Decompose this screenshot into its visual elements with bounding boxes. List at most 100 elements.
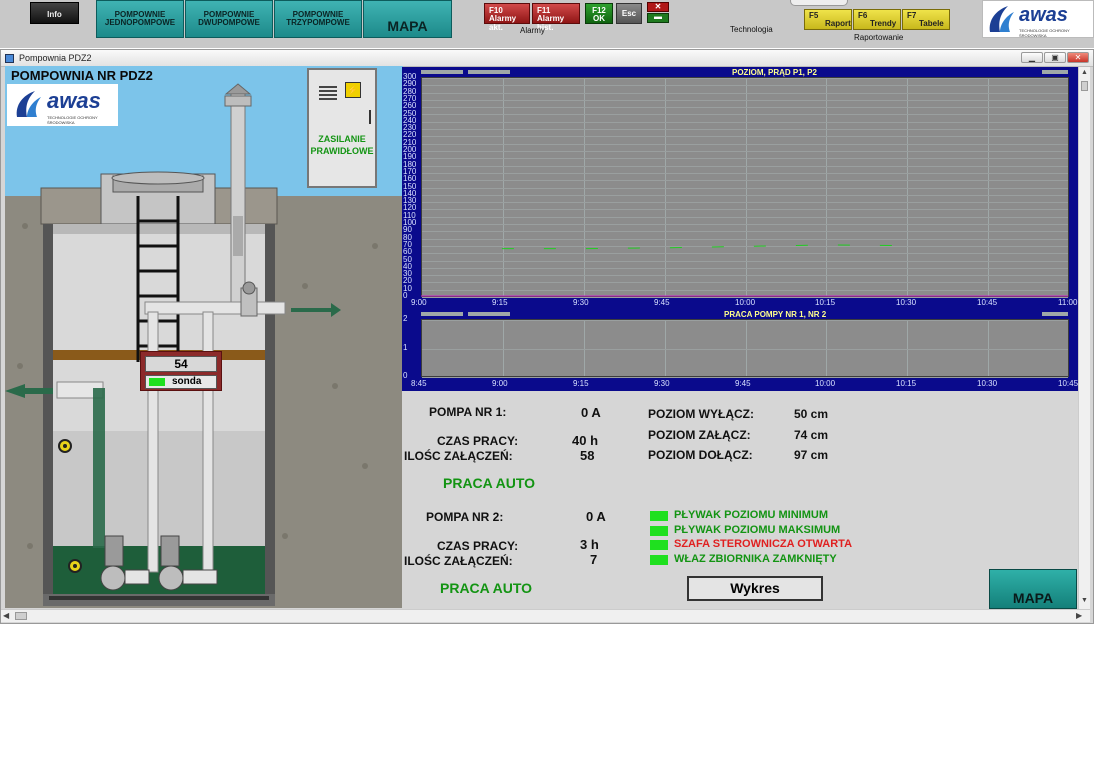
chart2-hgridline xyxy=(422,349,1068,350)
mapa-toolbar-button[interactable]: MAPA xyxy=(363,0,452,38)
horizontal-scrollbar[interactable]: ◀ ▶ xyxy=(1,609,1090,622)
window-app-icon xyxy=(5,54,14,63)
info-button[interactable]: Info xyxy=(30,2,79,24)
pompownie-dwupompowe-button[interactable]: POMPOWNIE DWUPOMPOWE xyxy=(185,0,273,38)
chart2-x-tick-label: 10:15 xyxy=(896,379,917,388)
f5-raport-button[interactable]: F5 Raport xyxy=(804,9,852,30)
sonda-indicator xyxy=(149,378,165,386)
chart2-gridline xyxy=(503,320,504,376)
pompownie-trzypompowe-button[interactable]: POMPOWNIE TRZYPOMPOWE xyxy=(274,0,362,38)
scroll-thumb-h[interactable] xyxy=(15,612,27,620)
sonda-label: sonda xyxy=(172,376,202,387)
chart1-scroll-tab-2[interactable] xyxy=(468,70,510,74)
chart2-scroll-tab-1[interactable] xyxy=(421,312,463,316)
awas-logo-text: awas xyxy=(1019,4,1068,26)
chart2-x-tick-label: 10:30 xyxy=(977,379,998,388)
indicator-wlaz-zamkniety-label: WŁAZ ZBIORNIKA ZAMKNIĘTY xyxy=(674,553,837,565)
chart1-x-tick-label: 9:30 xyxy=(573,298,589,307)
scroll-down-icon[interactable]: ▼ xyxy=(1081,597,1088,604)
czas2-label: CZAS PRACY: xyxy=(437,539,519,553)
chart2-plot-area xyxy=(421,319,1069,378)
pompownia-window: Pompownia PDZ2 ▁ ▣ ✕ POMPOWNIA NR PDZ2 a… xyxy=(0,49,1094,624)
pump-work-chart[interactable]: PRACA POMPY NR 1, NR 2 210 8:45 9:00 9:15 9… xyxy=(402,309,1078,391)
chart1-scroll-tab-3[interactable] xyxy=(1042,70,1068,74)
close-icon: ✕ xyxy=(654,2,662,11)
chart1-series xyxy=(421,244,1068,297)
window-restore-button[interactable]: ▣ xyxy=(1044,52,1066,63)
scroll-up-icon[interactable]: ▲ xyxy=(1081,69,1088,76)
sonda-status-box: sonda xyxy=(145,375,217,389)
chart2-gridline xyxy=(665,320,666,376)
f12-ok-button[interactable]: F12 OK xyxy=(585,3,613,24)
chart2-scroll-tab-3[interactable] xyxy=(1042,312,1068,316)
esc-button[interactable]: Esc xyxy=(616,3,642,24)
ilosc2-value: 7 xyxy=(590,552,598,567)
minimize-icon: ▬ xyxy=(654,12,662,21)
chart2-gridline xyxy=(907,320,908,376)
raportowanie-label: Raportowanie xyxy=(854,33,904,42)
scroll-left-icon[interactable]: ◀ xyxy=(3,611,9,620)
chart2-x-tick-label: 9:00 xyxy=(492,379,508,388)
ilosc1-value: 58 xyxy=(580,448,595,463)
scroll-thumb[interactable] xyxy=(1081,81,1088,91)
poziom-dolacz-label: POZIOM DOŁĄCZ: xyxy=(648,448,753,462)
scene-awas-logo: awas TECHNOLOGIE OCHRONY ŚRODOWISKA xyxy=(7,84,118,126)
scroll-right-icon[interactable]: ▶ xyxy=(1076,611,1082,620)
scene-awas-logo-subtext: TECHNOLOGIE OCHRONY ŚRODOWISKA xyxy=(47,115,98,125)
alarmy-group-label: Alarmy xyxy=(520,26,545,35)
chart1-x-tick-label: 10:45 xyxy=(977,298,998,307)
pompa1-current: 0 A xyxy=(581,405,601,420)
chart2-x-tick-label: 9:45 xyxy=(735,379,751,388)
chart1-x-tick-label: 10:15 xyxy=(815,298,836,307)
mapa-button[interactable]: MAPA xyxy=(989,569,1077,609)
window-minimize-button[interactable]: ▁ xyxy=(1021,52,1043,63)
ilosc2-label: ILOŚC ZAŁĄCZEŃ: xyxy=(404,554,513,568)
wykres-button[interactable]: Wykres xyxy=(687,576,823,601)
indicator-plywak-minimum xyxy=(650,511,668,521)
chart1-x-tick-label: 10:30 xyxy=(896,298,917,307)
level-current-chart[interactable]: POZIOM, PRĄD P1, P2 300 290 280 270 260 250 24… xyxy=(402,67,1078,310)
indicator-wlaz-zamkniety xyxy=(650,555,668,565)
window-titlebar: Pompownia PDZ2 ▁ ▣ ✕ xyxy=(1,50,1093,67)
chart1-x-tick-label: 9:45 xyxy=(654,298,670,307)
poziom-dolacz-value: 97 cm xyxy=(794,448,829,462)
ilosc1-label: ILOŚC ZAŁĄCZEŃ: xyxy=(404,449,513,463)
technologia-label: Technologia xyxy=(730,25,773,34)
window-minimize-icon: ▁ xyxy=(1028,53,1036,62)
scene-awas-logo-icon xyxy=(16,91,41,117)
electrical-cabinet[interactable]: ⚡ ZASILANIE PRAWIDŁOWE xyxy=(307,68,377,188)
chart2-x-tick-label: 10:45 xyxy=(1058,379,1079,388)
chart1-scroll-tab-1[interactable] xyxy=(421,70,463,74)
minimize-button[interactable]: ▬ xyxy=(647,13,669,23)
close-x-button[interactable]: ✕ xyxy=(647,2,669,12)
chart2-x-tick-label: 10:00 xyxy=(815,379,836,388)
pompa2-label: POMPA NR 2: xyxy=(426,510,504,524)
pompa2-mode: PRACA AUTO xyxy=(440,580,533,596)
czas1-value: 40 h xyxy=(572,433,599,448)
pompownie-jednopompowe-button[interactable]: POMPOWNIE JEDNOPOMPOWE xyxy=(96,0,184,38)
poziom-wylacz-value: 50 cm xyxy=(794,407,829,421)
vertical-scrollbar[interactable]: ▲ ▼ xyxy=(1078,67,1090,609)
chart2-scroll-tab-2[interactable] xyxy=(468,312,510,316)
chart2-x-tick-label: 9:30 xyxy=(654,379,670,388)
indicator-plywak-maksimum-label: PŁYWAK POZIOMU MAKSIMUM xyxy=(674,524,841,536)
chart1-title: POZIOM, PRĄD P1, P2 xyxy=(732,68,817,77)
chart2-gridline xyxy=(584,320,585,376)
f10-alarmy-aktywne-button[interactable]: F10 Alarmy akt. xyxy=(484,3,530,31)
czas1-label: CZAS PRACY: xyxy=(437,434,519,448)
high-voltage-warning-icon: ⚡ xyxy=(345,82,361,98)
chart1-x-tick-label: 11:00 xyxy=(1058,298,1078,307)
chart2-gridline xyxy=(746,320,747,376)
poziom-wylacz-label: POZIOM WYŁĄCZ: xyxy=(648,407,754,421)
toolbar-tab-fragment xyxy=(790,0,848,6)
f6-trendy-button[interactable]: F6 Trendy xyxy=(853,9,901,30)
f11-alarmy-historyczne-button[interactable]: F11 Alarmy hist. xyxy=(532,3,580,31)
f6-label: Trendy xyxy=(870,19,897,29)
cabinet-status-label-2: PRAWIDŁOWE xyxy=(310,146,374,156)
window-close-button[interactable]: ✕ xyxy=(1067,52,1089,63)
chart2-gridline xyxy=(988,320,989,376)
f7-tabele-button[interactable]: F7 Tabele xyxy=(902,9,950,30)
indicator-plywak-minimum-label: PŁYWAK POZIOMU MINIMUM xyxy=(674,509,828,521)
indicator-szafa-otwarta-label: SZAFA STEROWNICZA OTWARTA xyxy=(674,538,853,550)
awas-logo: awas TECHNOLOGIE OCHRONY ŚRODOWISKA xyxy=(982,0,1094,38)
